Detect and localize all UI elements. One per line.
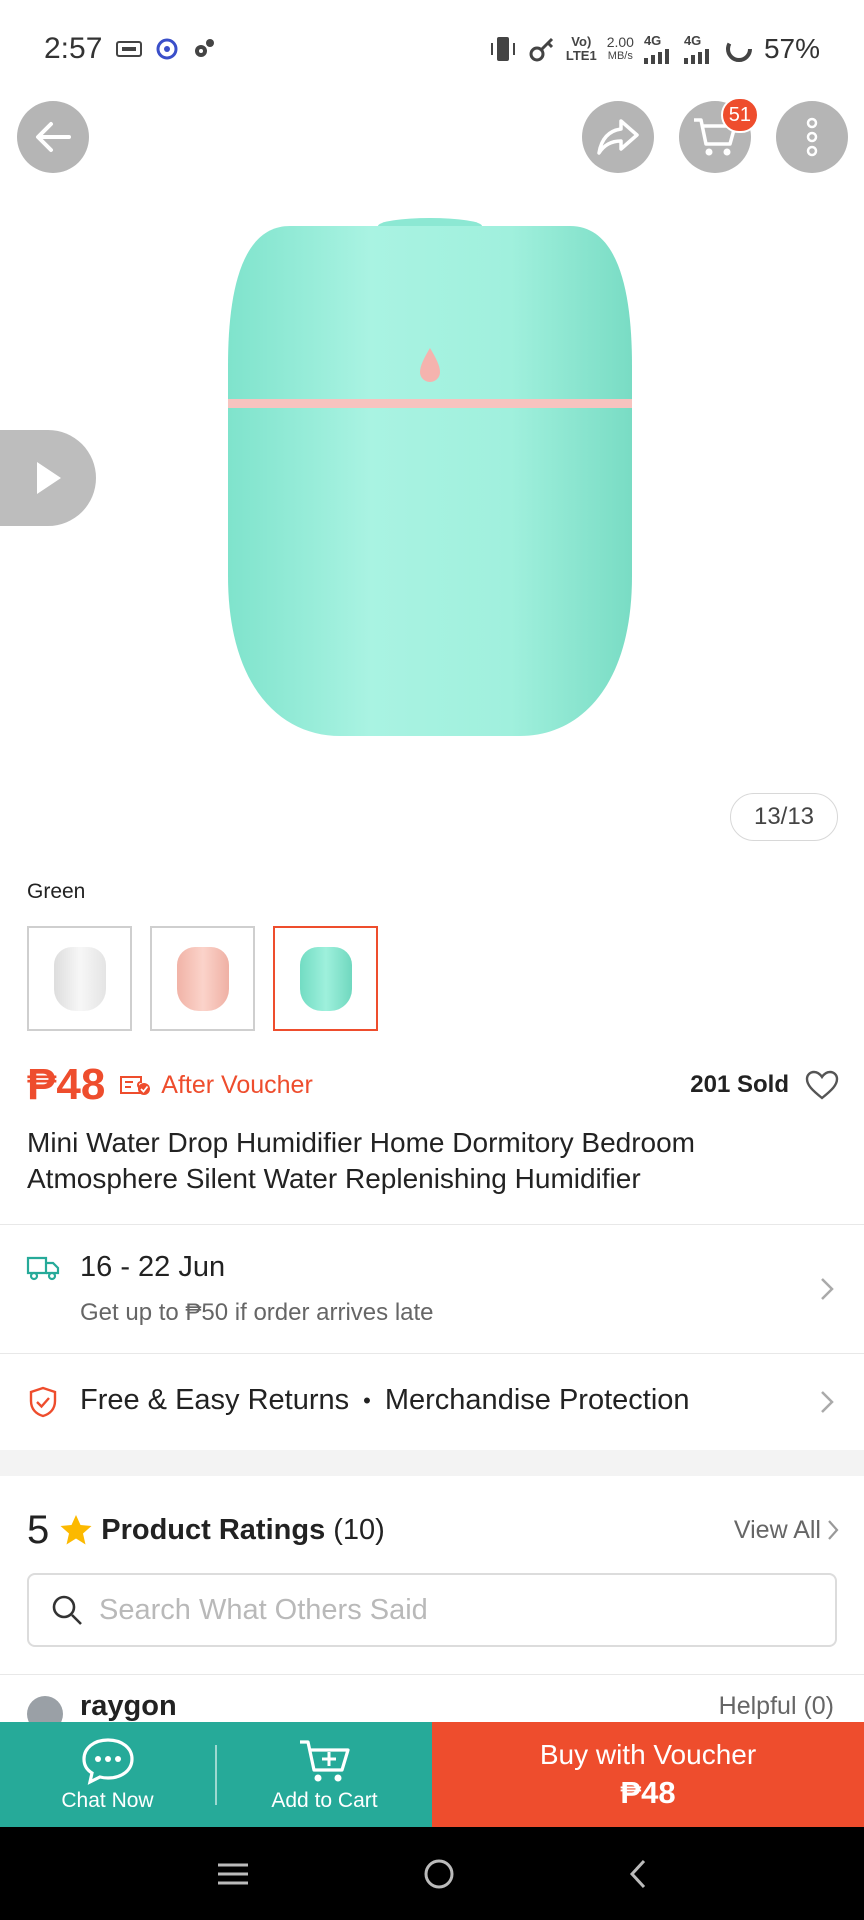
lte-label: LTE1 bbox=[565, 48, 597, 63]
signal-2-icon bbox=[683, 49, 709, 64]
chat-now-label: Chat Now bbox=[61, 1788, 154, 1812]
speed-unit: MB/s bbox=[607, 50, 633, 62]
protection-label: Merchandise Protection bbox=[384, 1384, 690, 1416]
signal-1-label: 4G bbox=[643, 33, 662, 48]
back-nav-icon[interactable] bbox=[628, 1858, 648, 1890]
secondary-actions: Chat Now Add to Cart bbox=[0, 1722, 432, 1827]
buy-label: Buy with Voucher bbox=[539, 1738, 757, 1770]
view-all-link[interactable]: View All bbox=[734, 1516, 839, 1545]
late-guarantee: Get up to ₱50 if order arrives late bbox=[80, 1299, 434, 1326]
view-all-label: View All bbox=[733, 1515, 821, 1544]
returns-text: Free & Easy Returns • Merchandise Protec… bbox=[80, 1384, 690, 1417]
image-counter: 13/13 bbox=[730, 793, 838, 841]
video-play-button[interactable] bbox=[0, 430, 96, 526]
ratings-header: 5 Product Ratings (10) View All bbox=[27, 1500, 839, 1560]
more-options-button[interactable] bbox=[776, 101, 848, 173]
product-gallery[interactable]: 51 13/13 bbox=[0, 97, 864, 868]
after-voucher-label: After Voucher bbox=[161, 1070, 313, 1099]
volte-indicator: Vo) LTE1 bbox=[566, 35, 597, 63]
shipping-row[interactable]: 16 - 22 Jun Get up to ₱50 if order arriv… bbox=[0, 1225, 864, 1353]
reviewer-name: raygon bbox=[80, 1690, 177, 1722]
notification-card-icon bbox=[116, 41, 143, 57]
chat-now-button[interactable]: Chat Now bbox=[0, 1722, 215, 1827]
battery-percent: 57% bbox=[763, 33, 820, 64]
speed-indicator: 2.00 MB/s bbox=[607, 35, 634, 63]
action-bar: Chat Now Add to Cart Buy with Voucher ₱4… bbox=[0, 1722, 864, 1827]
signal-2: 4G bbox=[683, 33, 714, 64]
free-returns-label: Free & Easy Returns bbox=[80, 1384, 350, 1416]
review-search-box[interactable] bbox=[27, 1573, 837, 1647]
product-image bbox=[228, 218, 632, 736]
sold-count: 201 Sold bbox=[690, 1071, 789, 1098]
truck-icon bbox=[26, 1256, 60, 1281]
star-icon bbox=[60, 1515, 92, 1545]
chat-icon bbox=[81, 1737, 134, 1785]
buy-with-voucher-button[interactable]: Buy with Voucher ₱48 bbox=[432, 1722, 864, 1827]
review-preview: raygon Helpful (0) bbox=[0, 1676, 864, 1722]
swatch-white-thumb bbox=[53, 946, 106, 1011]
signal-1: 4G bbox=[643, 33, 674, 64]
voucher-icon bbox=[120, 1076, 151, 1095]
more-vertical-icon bbox=[806, 117, 818, 157]
volte-label: Vo) bbox=[571, 34, 592, 49]
add-cart-icon bbox=[299, 1739, 350, 1781]
returns-row[interactable]: Free & Easy Returns • Merchandise Protec… bbox=[0, 1354, 864, 1450]
variant-swatches bbox=[27, 926, 378, 1031]
swatch-white[interactable] bbox=[27, 926, 132, 1031]
share-icon bbox=[597, 119, 639, 155]
shield-check-icon bbox=[29, 1386, 57, 1418]
variant-label: Green bbox=[27, 880, 86, 903]
swatch-green-thumb bbox=[299, 946, 352, 1011]
swatch-green[interactable] bbox=[273, 926, 378, 1031]
swatch-pink[interactable] bbox=[150, 926, 255, 1031]
price-row: ₱48 After Voucher 201 Sold bbox=[27, 1050, 839, 1120]
price: ₱48 bbox=[27, 1060, 106, 1109]
add-to-cart-label: Add to Cart bbox=[271, 1788, 378, 1812]
recent-apps-icon[interactable] bbox=[216, 1860, 250, 1888]
divider bbox=[0, 1674, 864, 1675]
share-button[interactable] bbox=[582, 101, 654, 173]
heart-icon[interactable] bbox=[805, 1070, 839, 1100]
settings-notification-icon bbox=[195, 39, 215, 57]
back-button[interactable] bbox=[17, 101, 89, 173]
chevron-right-icon bbox=[821, 1278, 834, 1300]
home-icon[interactable] bbox=[422, 1857, 456, 1891]
ratings-count: (10) bbox=[333, 1513, 385, 1546]
status-right: Vo) LTE1 2.00 MB/s 4G 4G 57% bbox=[488, 33, 820, 65]
avatar bbox=[27, 1696, 63, 1722]
helpful-button[interactable]: Helpful (0) bbox=[719, 1692, 834, 1721]
delivery-date: 16 - 22 Jun bbox=[80, 1251, 226, 1283]
status-bar: 2:57 Vo) LTE1 2.00 MB/s 4G 4G 57% bbox=[0, 0, 864, 98]
battery-icon bbox=[725, 36, 752, 62]
app-notification-icon bbox=[156, 38, 178, 60]
speed-value: 2.00 bbox=[606, 34, 634, 50]
back-arrow-icon bbox=[36, 122, 71, 152]
bullet: • bbox=[363, 1387, 371, 1413]
swatch-pink-thumb bbox=[176, 946, 229, 1011]
rating-score: 5 bbox=[27, 1507, 50, 1552]
review-search-input[interactable] bbox=[99, 1593, 799, 1627]
cart-count-badge: 51 bbox=[720, 97, 759, 133]
status-left: 2:57 bbox=[44, 32, 216, 66]
buy-price: ₱48 bbox=[620, 1774, 676, 1810]
signal-2-label: 4G bbox=[683, 33, 702, 48]
key-icon bbox=[529, 37, 553, 62]
chevron-right-icon bbox=[821, 1391, 834, 1413]
cart-button[interactable]: 51 bbox=[679, 97, 759, 173]
system-nav-bar bbox=[0, 1827, 864, 1920]
play-icon bbox=[37, 462, 61, 494]
vibrate-icon bbox=[490, 37, 515, 61]
ratings-title: Product Ratings bbox=[101, 1513, 326, 1546]
search-icon bbox=[52, 1595, 82, 1625]
signal-1-icon bbox=[643, 49, 669, 64]
add-to-cart-button[interactable]: Add to Cart bbox=[217, 1722, 432, 1827]
section-gap bbox=[0, 1450, 864, 1476]
status-time: 2:57 bbox=[44, 32, 103, 65]
product-title: Mini Water Drop Humidifier Home Dormitor… bbox=[27, 1127, 696, 1194]
chevron-right-icon bbox=[828, 1520, 839, 1540]
